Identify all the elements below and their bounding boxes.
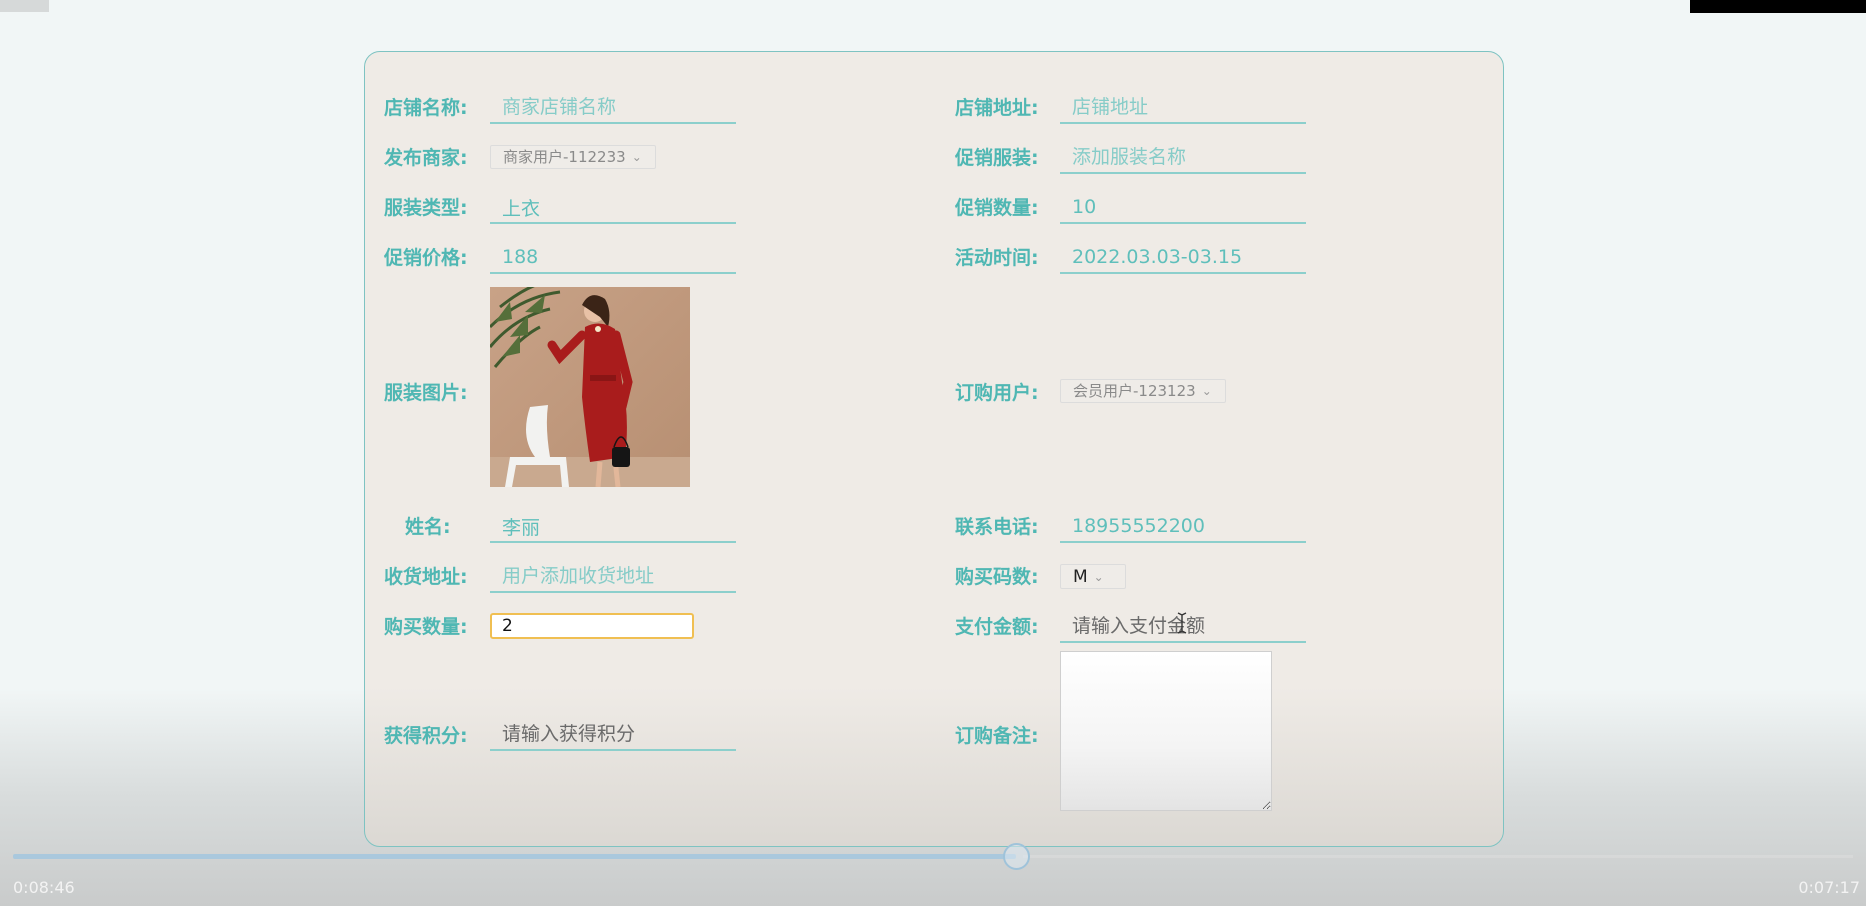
points-input[interactable]: [490, 721, 736, 751]
buy-quantity-input[interactable]: [490, 613, 694, 639]
shop-name-input[interactable]: [490, 94, 736, 124]
clothing-image-label: 服装图片:: [384, 382, 468, 404]
size-select[interactable]: M ⌄: [1060, 564, 1126, 589]
shop-address-label: 店铺地址:: [955, 97, 1039, 119]
event-time-label: 活动时间:: [955, 247, 1039, 269]
clothing-type-input[interactable]: [490, 194, 736, 224]
size-select-value: M: [1073, 566, 1088, 587]
size-label: 购买码数:: [955, 566, 1039, 588]
progress-thumb[interactable]: [1003, 843, 1030, 870]
promo-clothing-label: 促销服装:: [955, 147, 1039, 169]
remark-textarea[interactable]: [1060, 651, 1272, 811]
chevron-down-icon: ⌄: [631, 150, 642, 164]
shipping-address-label: 收货地址:: [384, 566, 468, 588]
phone-input[interactable]: [1060, 513, 1306, 543]
merchant-label: 发布商家:: [384, 147, 468, 169]
shipping-address-input[interactable]: [490, 563, 736, 593]
top-right-bar: [1690, 0, 1866, 13]
event-time-input[interactable]: [1060, 244, 1306, 274]
elapsed-time: 0:08:46: [13, 878, 75, 897]
points-label: 获得积分:: [384, 725, 468, 747]
phone-label: 联系电话:: [955, 516, 1039, 538]
merchant-select-value: 商家用户-112233: [503, 148, 626, 166]
progress-bar[interactable]: [13, 854, 1016, 859]
order-user-label: 订购用户:: [955, 382, 1039, 404]
clothing-type-label: 服装类型:: [384, 197, 468, 219]
promo-price-input[interactable]: [490, 244, 736, 274]
promo-clothing-input[interactable]: [1060, 144, 1306, 174]
chevron-down-icon: ⌄: [1201, 384, 1212, 398]
promo-price-label: 促销价格:: [384, 247, 468, 269]
progress-remaining: [1023, 855, 1853, 858]
text-cursor-icon: [1177, 612, 1187, 634]
order-user-select[interactable]: 会员用户-123123 ⌄: [1060, 379, 1226, 403]
merchant-select[interactable]: 商家用户-112233 ⌄: [490, 145, 656, 169]
remaining-time: 0:07:17: [1798, 878, 1860, 897]
clothing-photo[interactable]: [490, 287, 690, 487]
remark-label: 订购备注:: [955, 725, 1039, 747]
order-user-select-value: 会员用户-123123: [1073, 382, 1196, 400]
red-dress-model-image: [490, 287, 690, 487]
chevron-down-icon: ⌄: [1093, 569, 1104, 584]
shop-address-input[interactable]: [1060, 94, 1306, 124]
promo-quantity-label: 促销数量:: [955, 197, 1039, 219]
name-input[interactable]: [490, 513, 736, 543]
name-label: 姓名:: [405, 516, 451, 538]
promo-quantity-input[interactable]: [1060, 194, 1306, 224]
payment-amount-label: 支付金额:: [955, 616, 1039, 638]
top-left-bar: [0, 0, 49, 12]
buy-quantity-label: 购买数量:: [384, 616, 468, 638]
shop-name-label: 店铺名称:: [384, 97, 468, 119]
